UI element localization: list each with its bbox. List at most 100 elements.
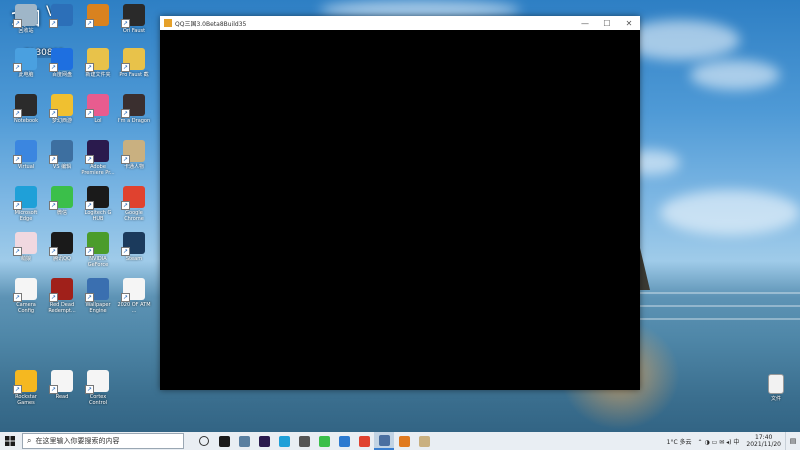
taskbar-apps: [194, 432, 434, 450]
taskbar-search-box[interactable]: ⌕ 在这里输入你要搜索的内容: [22, 433, 184, 449]
shortcut-arrow-icon: ↗: [85, 19, 94, 28]
desktop-icon-label: 百度网盘: [51, 72, 72, 78]
shortcut-arrow-icon: ↗: [13, 109, 22, 118]
desktop-icon[interactable]: ↗ Rockstar Games: [8, 370, 44, 406]
taskbar-app-task-view[interactable]: [194, 432, 214, 450]
app-icon: ↗: [85, 370, 109, 394]
desktop-icon[interactable]: ↗ Camera Config: [8, 278, 44, 314]
desktop-icon-label: Google Chrome: [124, 210, 144, 222]
desktop-icon[interactable]: ↗: [44, 4, 80, 28]
app-icon: ↗: [85, 4, 109, 28]
app-icon: ↗: [49, 140, 73, 164]
orange-app-icon: [398, 435, 410, 447]
desktop-icon[interactable]: ↗ Pro Faust 截: [116, 48, 152, 78]
search-icon: ⌕: [27, 436, 32, 445]
close-button[interactable]: ✕: [618, 19, 640, 28]
app-icon: ↗: [121, 48, 145, 72]
app-icon: ↗: [85, 232, 109, 256]
maximize-button[interactable]: ☐: [596, 19, 618, 28]
weather-widget[interactable]: 1°C 多云: [667, 437, 692, 446]
desktop-icon[interactable]: ↗ 此电脑: [8, 48, 44, 78]
desktop-icon[interactable]: ↗ I'm a Dragon: [116, 94, 152, 124]
taskbar-app-notion[interactable]: [214, 432, 234, 450]
desktop-icon-label: Wallpaper Engine: [85, 302, 111, 314]
app-icon: ↗: [13, 48, 37, 72]
start-button[interactable]: [0, 432, 20, 450]
app-icon: ↗: [85, 140, 109, 164]
desktop-icon[interactable]: ↗ Cortex Control: [80, 370, 116, 406]
taskbar-app-edge[interactable]: [274, 432, 294, 450]
desktop-icon[interactable]: ↗ 腾讯QQ: [44, 232, 80, 262]
desktop-icon[interactable]: ↗ Ori Faust: [116, 4, 152, 34]
desktop-icon[interactable]: ↗ Steam: [116, 232, 152, 262]
desktop-icon[interactable]: ↗ Microsoft Edge: [8, 186, 44, 222]
taskbar-app-chrome[interactable]: [354, 432, 374, 450]
notification-center-icon[interactable]: ▤: [785, 432, 800, 450]
desktop-icon[interactable]: ↗ Virtual: [8, 140, 44, 170]
shortcut-arrow-icon: ↗: [85, 385, 94, 394]
shortcut-arrow-icon: ↗: [13, 63, 22, 72]
game-window[interactable]: QQ三国3.0Beta8Build35 — ☐ ✕: [160, 16, 640, 390]
taskbar-app-store[interactable]: [294, 432, 314, 450]
desktop-icon[interactable]: ↗: [80, 4, 116, 28]
taskbar-app-calculator[interactable]: [234, 432, 254, 450]
shortcut-arrow-icon: ↗: [13, 385, 22, 394]
app-icon: ↗: [121, 232, 145, 256]
desktop-icon[interactable]: ↗ Logitech G HUB: [80, 186, 116, 222]
shortcut-arrow-icon: ↗: [49, 385, 58, 394]
window-titlebar[interactable]: QQ三国3.0Beta8Build35 — ☐ ✕: [160, 16, 640, 30]
app-icon: ↗: [85, 278, 109, 302]
desktop-icon-label: 文件: [770, 396, 781, 402]
minimize-button[interactable]: —: [574, 19, 596, 28]
desktop-icon-label: 微信: [56, 210, 67, 216]
desktop-icon[interactable]: ↗ Google Chrome: [116, 186, 152, 222]
tray-icons[interactable]: ⌃ ◑ ▭ ✉ ◂) 中: [698, 437, 740, 446]
notion-icon: [218, 435, 230, 447]
game-app-icon: [164, 19, 172, 27]
app-icon: ↗: [121, 94, 145, 118]
game-canvas[interactable]: [160, 30, 640, 390]
shortcut-arrow-icon: ↗: [121, 19, 130, 28]
desktop-icon[interactable]: ↗ Adobe Premiere Pr...: [80, 140, 116, 176]
shortcut-arrow-icon: ↗: [49, 155, 58, 164]
desktop-icon[interactable]: ↗ 卡通人物: [116, 140, 152, 170]
desktop-icon[interactable]: ↗ Red Dead Redempt...: [44, 278, 80, 314]
desktop-icon[interactable]: ↗ 新建文件夹: [80, 48, 116, 78]
desktop-icon-label: Ori Faust: [122, 28, 146, 34]
clock-date: 2021/11/20: [746, 441, 781, 448]
desktop-icon-label: 腾讯QQ: [53, 256, 71, 262]
desktop-icon[interactable]: ↗ 微信: [44, 186, 80, 216]
clock-time: 17:40: [755, 434, 773, 441]
desktop-icon[interactable]: ↗ 回收站: [8, 4, 44, 34]
desktop-icon-label: Steam: [125, 256, 143, 262]
desktop-icon[interactable]: ↗ Lol: [80, 94, 116, 124]
taskbar-app-wechat[interactable]: [314, 432, 334, 450]
taskbar-app-game-active[interactable]: [374, 432, 394, 450]
desktop-icon[interactable]: ↗ Read: [44, 370, 80, 400]
desktop-icon[interactable]: ↗ 2020 OF ATM ...: [116, 278, 152, 314]
app-icon: ↗: [49, 232, 73, 256]
taskbar-clock[interactable]: 17:40 2021/11/20: [746, 434, 781, 448]
app-icon: ↗: [13, 140, 37, 164]
app-icon: ↗: [49, 48, 73, 72]
desktop-icon[interactable]: ↗ Notebook: [8, 94, 44, 124]
app-icon: ↗: [49, 370, 73, 394]
desktop-icon-file[interactable]: 文件: [758, 374, 794, 402]
desktop-icon[interactable]: ↗ NVIDIA GeForce: [80, 232, 116, 268]
app-icon: ↗: [85, 186, 109, 210]
mail-icon: [338, 435, 350, 447]
desktop-icon[interactable]: ↗ VS 编辑: [44, 140, 80, 170]
desktop-icon[interactable]: ↗ 梦幻西游: [44, 94, 80, 124]
app-icon: ↗: [85, 48, 109, 72]
taskbar-app-mail[interactable]: [334, 432, 354, 450]
desktop-icon-label: Pro Faust 截: [119, 72, 149, 78]
desktop-icon[interactable]: ↗ 萌娘: [8, 232, 44, 262]
taskbar-app-orange-app[interactable]: [394, 432, 414, 450]
taskbar-app-premiere[interactable]: [254, 432, 274, 450]
desktop-icon[interactable]: ↗ 百度网盘: [44, 48, 80, 78]
taskbar-app-character-app[interactable]: [414, 432, 434, 450]
shortcut-arrow-icon: ↗: [121, 155, 130, 164]
window-title: QQ三国3.0Beta8Build35: [175, 20, 247, 28]
shortcut-arrow-icon: ↗: [49, 201, 58, 210]
desktop-icon[interactable]: ↗ Wallpaper Engine: [80, 278, 116, 314]
